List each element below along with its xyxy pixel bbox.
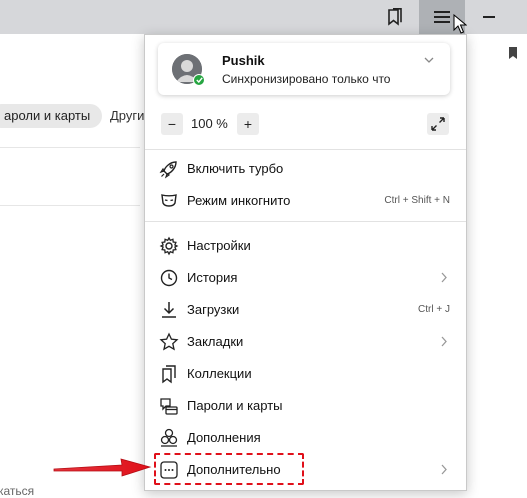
incognito-mask-icon <box>159 191 179 211</box>
chevron-down-icon[interactable] <box>424 57 434 63</box>
menu-item-turbo[interactable]: Включить турбо <box>145 153 466 185</box>
history-clock-icon <box>159 268 179 288</box>
bookmarks-icon <box>388 8 402 26</box>
shortcut-hint: Ctrl + J <box>418 304 450 315</box>
menu-item-label: Закладки <box>187 334 244 349</box>
chevron-right-icon <box>441 464 447 475</box>
chevron-right-icon <box>441 336 447 347</box>
menu-item-label: Загрузки <box>187 302 240 317</box>
annotation-highlight-box <box>154 453 304 485</box>
separator <box>145 221 466 222</box>
checkmark-icon <box>195 77 203 83</box>
star-icon <box>159 332 179 352</box>
bookmarks-button[interactable] <box>378 0 412 34</box>
browser-titlebar <box>0 0 527 34</box>
tab-passwords-and-cards[interactable]: ароли и карты <box>0 104 103 128</box>
menu-item-downloads[interactable]: Загрузки Ctrl + J <box>145 294 466 326</box>
menu-item-label: Режим инкогнито <box>187 193 291 208</box>
chevron-right-icon <box>441 272 447 283</box>
zoom-out-button[interactable]: − <box>161 113 183 135</box>
menu-item-label: Включить турбо <box>187 161 284 176</box>
menu-item-bookmarks[interactable]: Закладки <box>145 326 466 358</box>
puzzle-icon <box>159 428 179 448</box>
menu-item-passwords[interactable]: Пароли и карты <box>145 390 466 422</box>
tab-other[interactable]: Други <box>110 104 144 128</box>
menu-item-label: Дополнения <box>187 430 261 445</box>
browser-main-menu: Pushik Синхронизировано только что − 100… <box>144 34 467 491</box>
sync-status: Синхронизировано только что <box>222 72 391 86</box>
key-card-icon <box>159 396 179 416</box>
browser-menu-button[interactable] <box>419 0 467 34</box>
hamburger-menu-icon <box>434 11 450 23</box>
divider <box>0 147 140 148</box>
menu-item-label: Пароли и карты <box>187 398 283 413</box>
gear-icon <box>159 236 179 256</box>
minimize-window-button[interactable] <box>469 0 509 34</box>
sync-check-badge <box>193 74 205 86</box>
menu-item-label: Коллекции <box>187 366 252 381</box>
menu-item-settings[interactable]: Настройки <box>145 230 466 262</box>
menu-item-collections[interactable]: Коллекции <box>145 358 466 390</box>
bookmark-flag-icon[interactable] <box>508 46 518 60</box>
separator <box>145 149 466 150</box>
annotation-arrow-icon <box>53 458 152 477</box>
menu-item-label: История <box>187 270 238 285</box>
zoom-in-button[interactable]: + <box>237 113 259 135</box>
profile-name: Pushik <box>222 53 265 68</box>
background-text: каться <box>0 484 35 498</box>
menu-item-incognito[interactable]: Режим инкогнито Ctrl + Shift + N <box>145 185 466 217</box>
fullscreen-icon <box>431 117 445 131</box>
download-icon <box>159 300 179 320</box>
divider <box>0 205 140 206</box>
menu-item-label: Настройки <box>187 238 251 253</box>
collections-bookmark-icon <box>159 364 179 384</box>
menu-item-history[interactable]: История <box>145 262 466 294</box>
shortcut-hint: Ctrl + Shift + N <box>384 195 450 206</box>
mouse-cursor-icon <box>453 14 467 34</box>
minimize-icon <box>483 16 495 18</box>
profile-card[interactable]: Pushik Синхронизировано только что <box>158 43 450 95</box>
zoom-level: 100 % <box>191 116 228 131</box>
rocket-icon <box>159 159 179 179</box>
menu-item-extensions[interactable]: Дополнения <box>145 422 466 454</box>
fullscreen-button[interactable] <box>427 113 449 135</box>
